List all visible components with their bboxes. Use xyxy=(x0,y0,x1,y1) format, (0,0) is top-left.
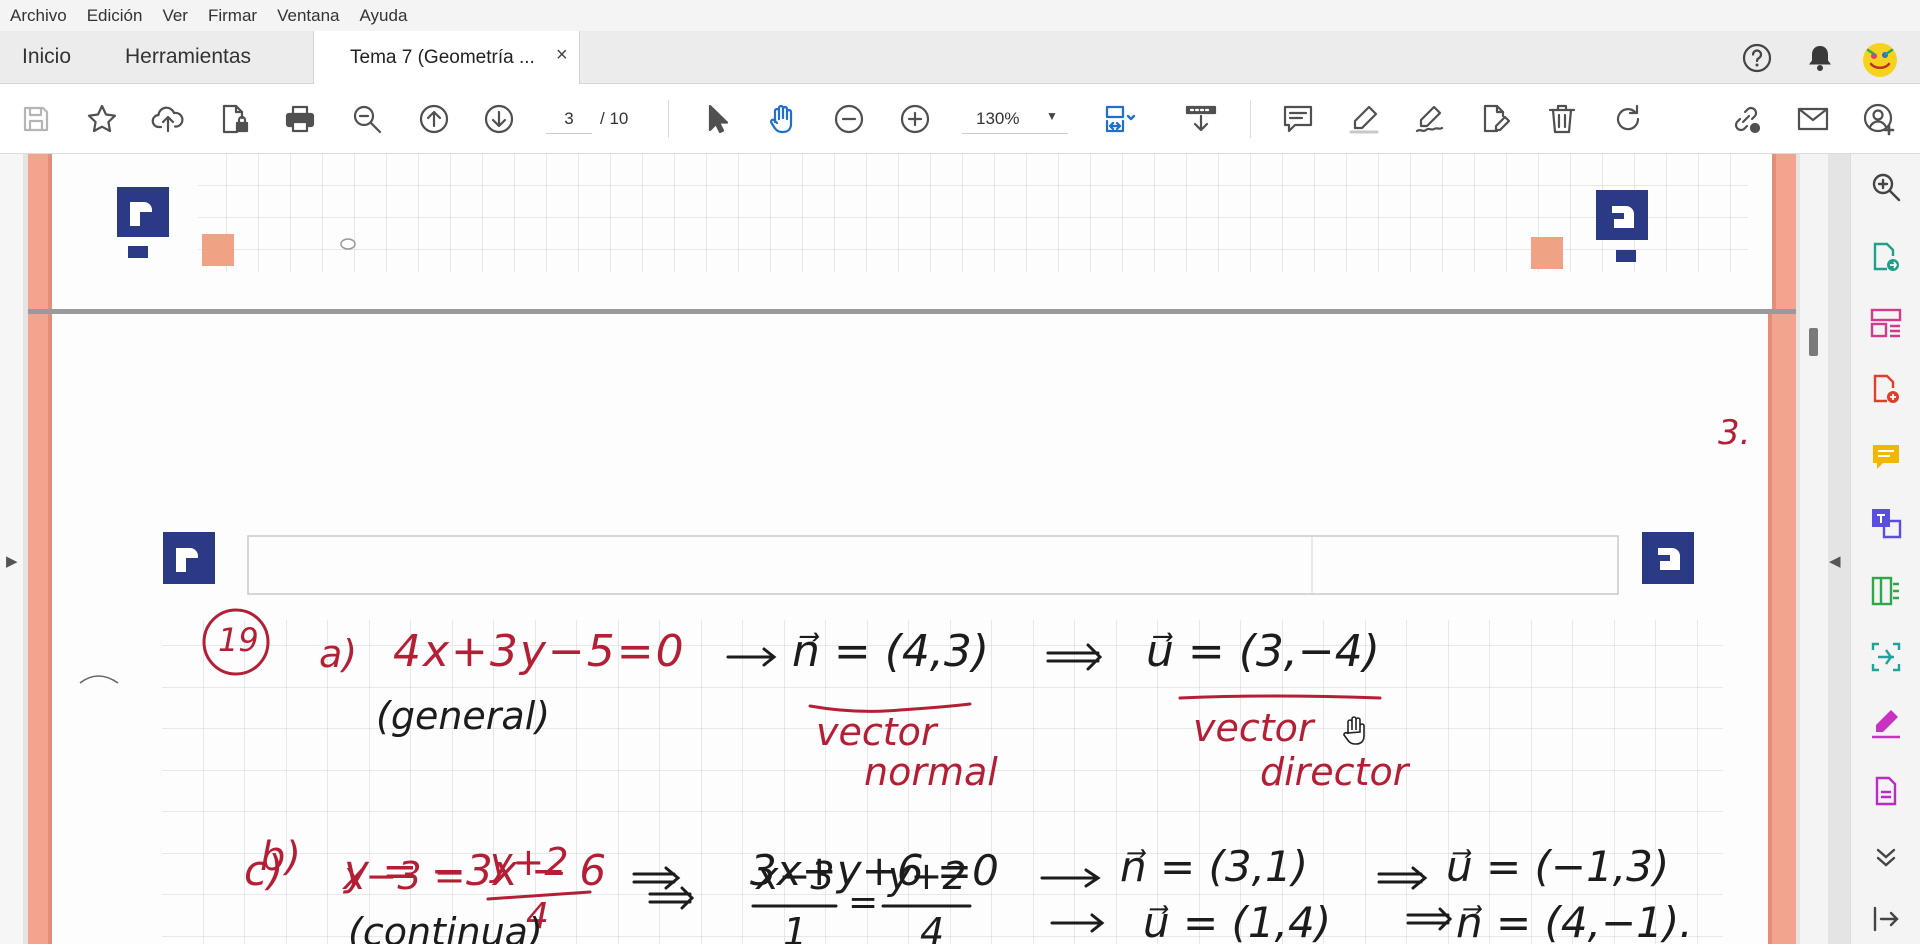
scroll-mode-icon[interactable] xyxy=(1184,102,1218,136)
tab-document-label: Tema 7 (Geometría ... xyxy=(350,47,535,68)
part-b-director: u⃗ = (1,4) xyxy=(1143,898,1332,944)
part-a-label: a) xyxy=(319,632,358,676)
menu-ventana[interactable]: Ventana xyxy=(277,6,339,26)
page-number-mark: 3. xyxy=(1718,413,1751,453)
right-tools-panel xyxy=(1850,154,1920,944)
tab-close-button[interactable]: × xyxy=(556,44,568,67)
part-a-type: (general) xyxy=(376,694,551,738)
edit-document-icon[interactable] xyxy=(1869,774,1903,808)
document-viewer[interactable]: ▶ 3. 19 a) 4x+3y−5=0 (general) n⃗ = (4,3… xyxy=(0,154,1850,944)
compress-pdf-icon[interactable] xyxy=(1869,574,1903,608)
chevron-down-icon: ▼ xyxy=(1046,109,1058,123)
cloud-upload-icon[interactable] xyxy=(151,102,185,136)
scrollbar-thumb[interactable] xyxy=(1809,328,1818,356)
previous-page-icon[interactable] xyxy=(417,102,451,136)
help-icon[interactable] xyxy=(1741,42,1773,74)
collapse-right-panel-icon[interactable]: ◀ xyxy=(1829,552,1841,570)
zoom-tool-icon[interactable] xyxy=(1869,170,1903,204)
page-number-input[interactable] xyxy=(546,104,592,134)
menu-ver[interactable]: Ver xyxy=(162,6,188,26)
part-b-frac2-den: 4 xyxy=(920,910,945,944)
menu-archivo[interactable]: Archivo xyxy=(10,6,67,26)
menu-bar: Archivo Edición Ver Firmar Ventana Ayuda xyxy=(0,0,1920,31)
problem-number: 19 xyxy=(218,621,259,659)
pdf-page-2 xyxy=(28,154,1796,309)
avatar[interactable] xyxy=(1862,42,1898,78)
menu-firmar[interactable]: Firmar xyxy=(208,6,257,26)
director-caption-2: director xyxy=(1260,750,1409,794)
zoom-out-icon[interactable] xyxy=(832,102,866,136)
panel-expand-icon[interactable] xyxy=(1869,902,1903,936)
zoom-select[interactable]: 130% ▼ xyxy=(962,104,1068,134)
export-pdf-icon[interactable] xyxy=(1869,240,1903,274)
organize-pages-icon[interactable] xyxy=(1869,306,1903,340)
search-icon[interactable] xyxy=(350,102,384,136)
comment-icon[interactable] xyxy=(1281,102,1315,136)
zoom-value: 130% xyxy=(976,109,1020,128)
left-panel-strip: ▶ xyxy=(0,154,23,944)
scan-ocr-icon[interactable] xyxy=(1869,640,1903,674)
part-b-type: (continua) xyxy=(348,910,543,944)
part-c-equation: y = −3x − 6 xyxy=(344,846,607,895)
toolbar: / 10 130% ▼ xyxy=(0,84,1920,154)
create-pdf-icon[interactable] xyxy=(1869,372,1903,406)
comment-tool-icon[interactable] xyxy=(1869,440,1903,474)
menu-edicion[interactable]: Edición xyxy=(87,6,143,26)
zoom-in-icon[interactable] xyxy=(898,102,932,136)
implies-arrow xyxy=(1377,866,1428,890)
rotate-icon[interactable] xyxy=(1611,102,1645,136)
tab-home[interactable]: Inicio xyxy=(22,45,71,69)
director-caption-1: vector xyxy=(1193,706,1314,750)
fill-sign-icon[interactable] xyxy=(1869,706,1903,740)
highlight-pen-icon[interactable] xyxy=(1347,102,1381,136)
arrow-right xyxy=(1040,868,1101,888)
signature-icon[interactable] xyxy=(1413,102,1447,136)
part-c-normal: n⃗ = (3,1) xyxy=(1120,842,1309,891)
implies-arrow xyxy=(632,866,681,890)
part-a-director: u⃗ = (3,−4) xyxy=(1146,626,1380,677)
part-b-frac1-den: 1 xyxy=(783,910,808,944)
print-icon[interactable] xyxy=(283,102,317,136)
save-icon[interactable] xyxy=(19,102,53,136)
part-b-normal: n⃗ = (4,−1). xyxy=(1456,898,1693,944)
tab-tools[interactable]: Herramientas xyxy=(125,45,251,69)
page-total: / 10 xyxy=(600,109,629,128)
delete-icon[interactable] xyxy=(1545,102,1579,136)
protect-file-icon[interactable] xyxy=(217,102,251,136)
expand-left-panel-icon[interactable]: ▶ xyxy=(6,552,18,570)
part-c-director: u⃗ = (−1,3) xyxy=(1446,842,1670,891)
normal-caption-2: normal xyxy=(864,750,998,794)
next-page-icon[interactable] xyxy=(482,102,516,136)
part-c-label: c) xyxy=(244,846,284,895)
part-c-general: 3x+y+6 =0 xyxy=(750,846,999,895)
page-2-content xyxy=(28,154,1796,309)
normal-caption-1: vector xyxy=(816,710,937,754)
toolbar-divider xyxy=(1250,100,1251,138)
account-icon[interactable] xyxy=(1862,102,1896,136)
email-icon[interactable] xyxy=(1796,102,1830,136)
toolbar-divider xyxy=(668,100,669,138)
fit-width-icon[interactable] xyxy=(1102,102,1136,136)
part-a-equation: 4x+3y−5=0 xyxy=(393,626,686,677)
select-cursor-icon[interactable] xyxy=(700,102,734,136)
part-a-normal: n⃗ = (4,3) xyxy=(792,626,990,677)
star-icon[interactable] xyxy=(85,102,119,136)
combine-files-icon[interactable] xyxy=(1869,506,1903,540)
tab-bar: Inicio Herramientas Tema 7 (Geometría ..… xyxy=(0,31,1920,84)
more-tools-icon[interactable] xyxy=(1869,838,1903,872)
edit-pdf-icon[interactable] xyxy=(1479,102,1513,136)
notification-bell-icon[interactable] xyxy=(1804,42,1836,74)
menu-ayuda[interactable]: Ayuda xyxy=(360,6,408,26)
vertical-scrollbar[interactable] xyxy=(1800,154,1828,944)
share-link-icon[interactable] xyxy=(1729,102,1763,136)
hand-tool-icon[interactable] xyxy=(766,102,800,136)
tab-document[interactable]: Tema 7 (Geometría ... × xyxy=(313,31,580,84)
